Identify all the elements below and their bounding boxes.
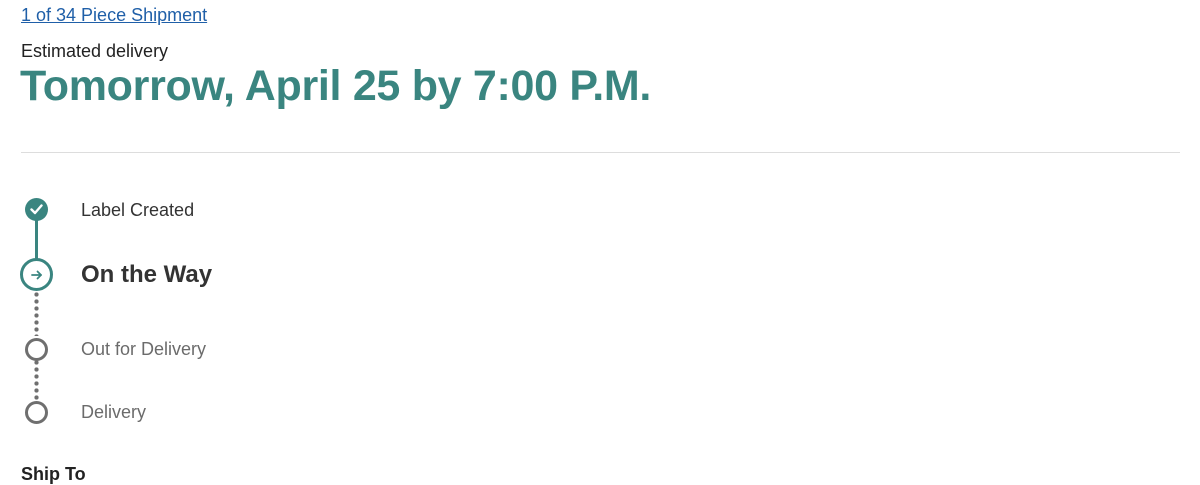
timeline-step-delivery: Delivery bbox=[81, 402, 147, 422]
arrow-right-icon bbox=[20, 258, 53, 291]
empty-circle-icon bbox=[25, 401, 48, 424]
timeline-step-out-for-delivery: Out for Delivery bbox=[81, 339, 207, 359]
timeline-step-label-created: Label Created bbox=[81, 200, 195, 220]
timeline-connector-pending bbox=[34, 359, 39, 401]
empty-circle-icon bbox=[25, 338, 48, 361]
estimated-delivery-label: Estimated delivery bbox=[21, 41, 169, 61]
timeline-connector-complete bbox=[35, 219, 38, 261]
estimated-delivery-date: Tomorrow, April 25 by 7:00 P.M. bbox=[20, 62, 652, 110]
timeline-connector-pending bbox=[34, 291, 39, 336]
ship-to-heading: Ship To bbox=[21, 464, 86, 484]
timeline-step-on-the-way: On the Way bbox=[81, 261, 213, 288]
section-divider bbox=[21, 152, 1180, 153]
piece-shipment-link[interactable]: 1 of 34 Piece Shipment bbox=[21, 5, 207, 26]
check-icon bbox=[25, 198, 48, 221]
